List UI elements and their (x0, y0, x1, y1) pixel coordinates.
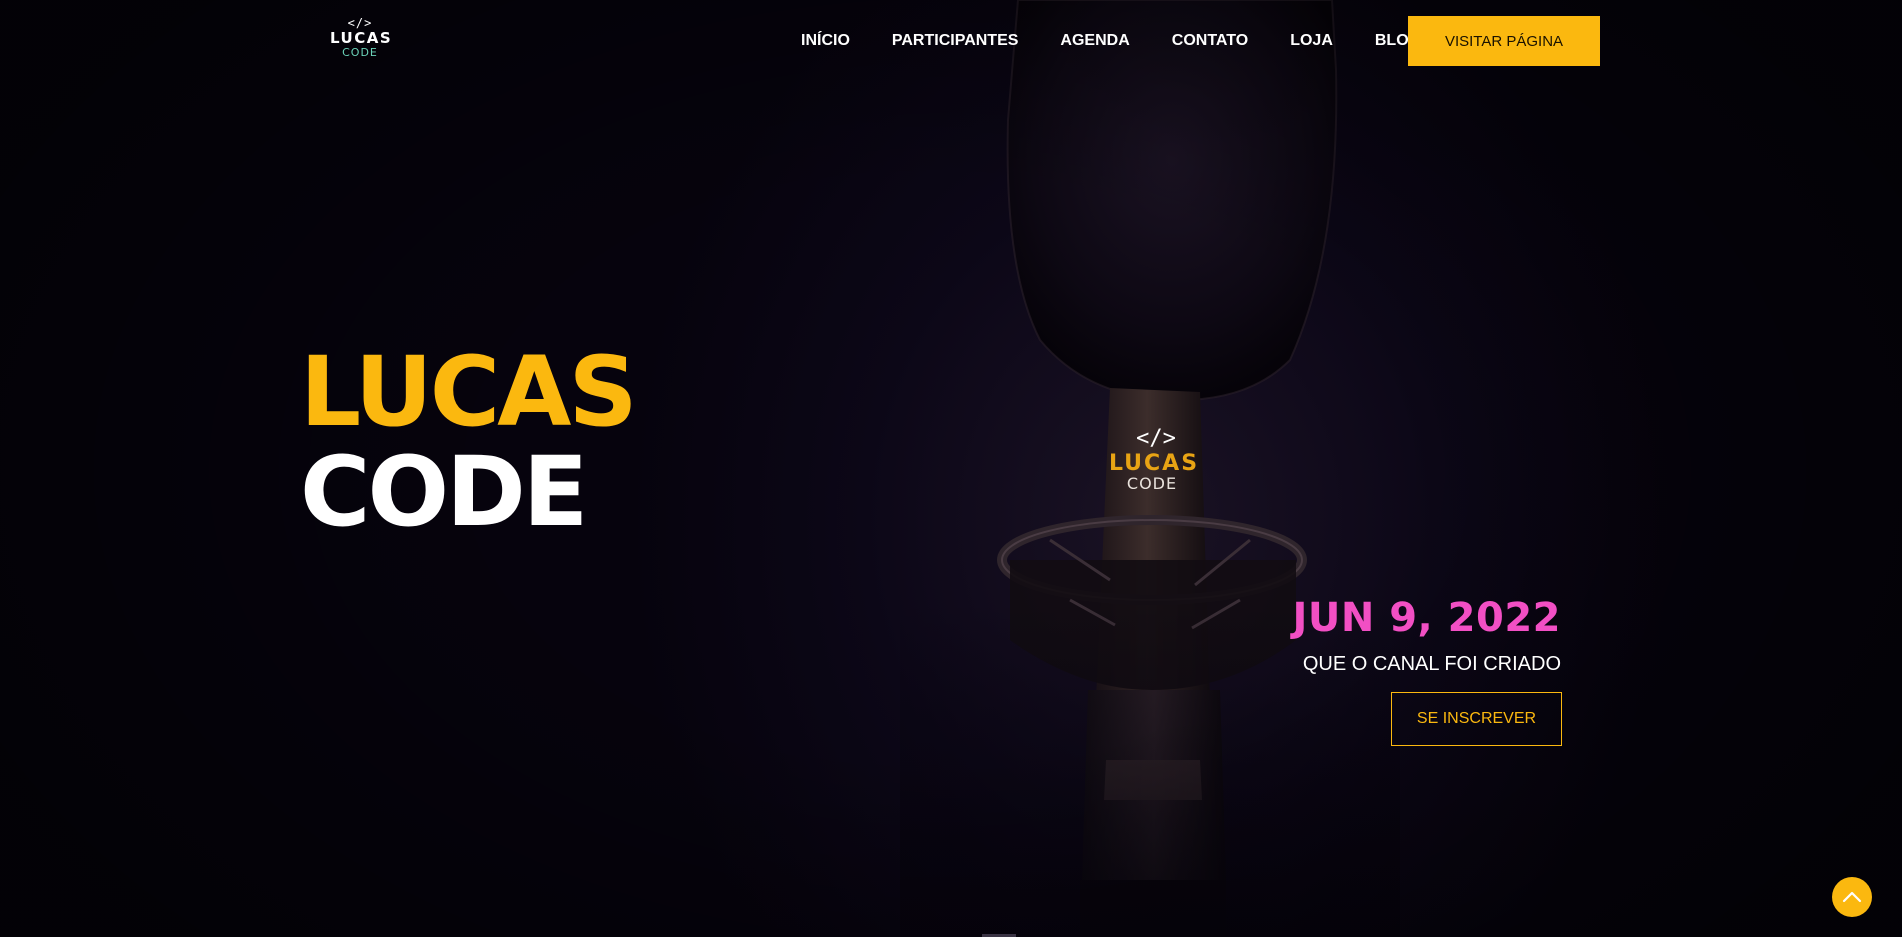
nav-item-contato[interactable]: CONTATO (1172, 30, 1248, 52)
mic-logo-bottom: CODE (1127, 474, 1177, 493)
hero-title-line1: LUCAS (300, 336, 638, 448)
subscribe-button[interactable]: SE INSCREVER (1391, 692, 1562, 746)
hero-title: LUCAS CODE (300, 336, 638, 548)
chevron-up-icon (1842, 891, 1862, 903)
visit-page-button[interactable]: VISITAR PÁGINA (1408, 16, 1600, 66)
mic-logo-mark: </> (1136, 426, 1176, 451)
logo-text-bottom: CODE (342, 46, 378, 59)
nav-item-loja[interactable]: LOJA (1290, 30, 1333, 52)
nav-item-inicio[interactable]: INÍCIO (801, 30, 850, 52)
channel-date: JUN 9, 2022 (1292, 595, 1561, 641)
channel-date-caption: QUE O CANAL FOI CRIADO (1302, 653, 1561, 675)
logo-text-top: LUCAS (330, 29, 393, 47)
nav-item-participantes[interactable]: PARTICIPANTES (892, 30, 1019, 52)
microphone-image: </> LUCAS CODE (900, 0, 1400, 937)
site-logo[interactable]: </> LUCAS CODE (330, 17, 393, 63)
main-nav: INÍCIO PARTICIPANTES AGENDA CONTATO LOJA… (801, 30, 1463, 52)
page: </> LUCAS CODE </> LUCAS CODE INÍCIO PAR… (0, 0, 1902, 937)
mic-logo-top: LUCAS (1109, 451, 1199, 476)
nav-item-agenda[interactable]: AGENDA (1060, 30, 1129, 52)
hero-title-line2: CODE (300, 436, 588, 548)
scroll-top-button[interactable] (1832, 877, 1872, 917)
